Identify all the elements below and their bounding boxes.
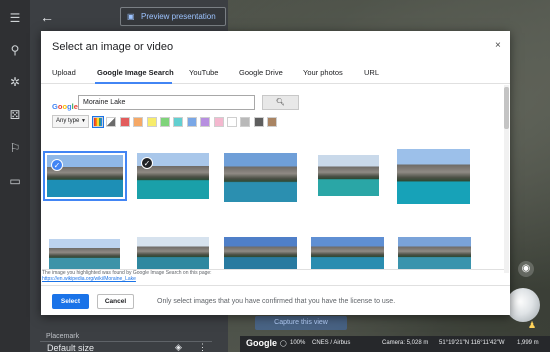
default-size-select[interactable]: Default size bbox=[47, 343, 94, 352]
tab-google-drive[interactable]: Google Drive bbox=[239, 68, 283, 77]
image-thumbnail bbox=[224, 237, 297, 270]
type-filter-select[interactable]: Any type ▼ bbox=[52, 115, 89, 128]
image-picker-dialog: Select an image or video × Upload Google… bbox=[41, 31, 510, 315]
image-result[interactable] bbox=[224, 153, 297, 202]
image-thumbnail bbox=[311, 237, 384, 270]
color-swatch[interactable] bbox=[253, 117, 264, 127]
check-icon: ✓ bbox=[141, 157, 153, 169]
tab-url[interactable]: URL bbox=[364, 68, 379, 77]
menu-icon[interactable]: ☰ bbox=[7, 10, 23, 26]
pegman-icon[interactable]: ♟ bbox=[528, 320, 536, 331]
color-swatch[interactable] bbox=[200, 117, 211, 127]
color-swatch[interactable] bbox=[240, 117, 251, 127]
dialog-title: Select an image or video bbox=[52, 41, 174, 53]
capture-view-button[interactable]: Capture this view bbox=[255, 316, 347, 330]
color-swatch[interactable] bbox=[106, 117, 117, 127]
active-tab-indicator bbox=[95, 82, 172, 84]
tab-google-image-search[interactable]: Google Image Search bbox=[97, 68, 174, 77]
tab-your-photos[interactable]: Your photos bbox=[303, 68, 343, 77]
source-tabs: Upload Google Image Search YouTube Googl… bbox=[41, 64, 510, 84]
source-link[interactable]: https://en.wikipedia.org/wiki/Moraine_La… bbox=[42, 276, 504, 282]
compass-icon[interactable]: ◉ bbox=[518, 261, 534, 277]
image-result[interactable] bbox=[137, 237, 209, 270]
image-thumbnail bbox=[397, 149, 470, 204]
dice-icon[interactable]: ⚄ bbox=[7, 107, 23, 123]
preview-presentation-button[interactable]: ▣ Preview presentation bbox=[120, 7, 226, 26]
color-swatch[interactable] bbox=[119, 117, 130, 127]
google-logo: Google bbox=[246, 338, 277, 348]
image-result[interactable] bbox=[318, 155, 379, 196]
image-result[interactable] bbox=[398, 237, 471, 270]
close-icon[interactable]: × bbox=[495, 40, 501, 51]
select-button[interactable]: Select bbox=[52, 294, 89, 309]
elevation: 1,999 m bbox=[517, 340, 539, 346]
image-result[interactable] bbox=[224, 237, 297, 270]
coordinates: 51°19'21"N 116°11'42"W bbox=[439, 340, 505, 346]
color-swatch[interactable] bbox=[213, 117, 224, 127]
google-search-logo: Google bbox=[52, 102, 78, 111]
zoom-level: 100% bbox=[290, 340, 306, 346]
color-swatch[interactable] bbox=[267, 117, 278, 127]
color-swatch[interactable] bbox=[160, 117, 170, 127]
color-swatch[interactable] bbox=[227, 117, 237, 127]
back-arrow-icon[interactable]: ← bbox=[40, 9, 54, 25]
color-swatch[interactable] bbox=[92, 116, 104, 128]
map-attribution: CNES / Airbus bbox=[312, 340, 351, 346]
search-icon: 🔍︎ bbox=[276, 99, 285, 106]
tab-youtube[interactable]: YouTube bbox=[189, 68, 218, 77]
image-thumbnail bbox=[318, 155, 379, 196]
image-thumbnail bbox=[398, 237, 471, 270]
more-options-icon[interactable]: ⋮ bbox=[198, 342, 207, 352]
license-note: Only select images that you have confirm… bbox=[157, 298, 396, 305]
image-thumbnail bbox=[224, 153, 297, 202]
paint-bucket-icon[interactable]: ◈ bbox=[175, 342, 182, 352]
cancel-button[interactable]: Cancel bbox=[97, 294, 134, 309]
left-rail: ☰ ⚲ ✲ ⚄ ⚐ ▭ bbox=[0, 0, 30, 352]
image-result[interactable] bbox=[49, 239, 120, 270]
dialog-actions: Select Cancel Only select images that yo… bbox=[41, 285, 510, 315]
ruler-icon[interactable]: ▭ bbox=[7, 173, 23, 189]
image-search-input[interactable]: Moraine Lake bbox=[78, 95, 255, 110]
search-button[interactable]: 🔍︎ bbox=[262, 95, 299, 110]
image-result[interactable]: ✓ bbox=[137, 153, 209, 199]
color-swatch[interactable] bbox=[173, 117, 184, 127]
map-status-bar: ◯ 100% CNES / Airbus Camera: 5,028 m 51°… bbox=[240, 336, 550, 352]
slideshow-icon: ▣ bbox=[127, 12, 135, 21]
camera-altitude: Camera: 5,028 m bbox=[382, 340, 429, 346]
image-result[interactable] bbox=[311, 237, 384, 270]
image-result[interactable]: ✓ bbox=[43, 151, 127, 201]
source-footnote: The image you highlighted was found by G… bbox=[42, 269, 504, 283]
preview-presentation-label: Preview presentation bbox=[141, 12, 216, 21]
image-thumbnail bbox=[49, 239, 120, 270]
color-swatch[interactable] bbox=[186, 117, 197, 127]
image-results-grid: ✓ ✓ bbox=[41, 143, 504, 270]
color-swatch[interactable] bbox=[133, 117, 144, 127]
type-filter-label: Any type bbox=[56, 118, 80, 124]
globe-icon[interactable] bbox=[506, 288, 540, 322]
chevron-down-icon: ▼ bbox=[81, 118, 86, 124]
image-thumbnail bbox=[137, 237, 209, 270]
image-result[interactable] bbox=[397, 149, 470, 204]
search-icon[interactable]: ⚲ bbox=[7, 42, 23, 58]
projects-icon[interactable]: ⚐ bbox=[7, 140, 23, 156]
scrollbar-thumb[interactable] bbox=[504, 87, 509, 129]
zoom-icon: ◯ bbox=[280, 341, 287, 347]
color-swatch[interactable] bbox=[146, 117, 157, 127]
tab-upload[interactable]: Upload bbox=[52, 68, 76, 77]
voyager-icon[interactable]: ✲ bbox=[7, 74, 23, 90]
placemark-label: Placemark bbox=[46, 333, 80, 340]
check-icon: ✓ bbox=[51, 159, 63, 171]
